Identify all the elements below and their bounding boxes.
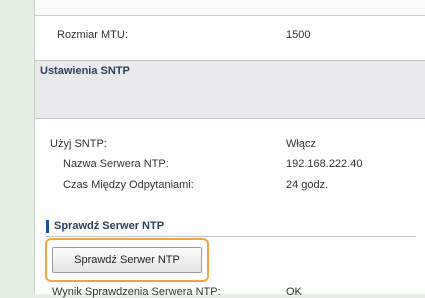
check-section-divider [46,236,416,237]
mtu-value: 1500 [286,29,311,41]
check-result-label: Wynik Sprawdzenia Serwera NTP: [52,286,221,298]
poll-interval-value: 24 godz. [286,179,329,191]
sntp-section-title: Ustawienia SNTP [40,65,130,77]
check-ntp-server-button[interactable]: Sprawdź Serwer NTP [52,247,202,273]
check-result-value: OK [286,286,302,298]
mtu-label: Rozmiar MTU: [57,29,128,41]
panel-top-border [35,0,425,16]
sntp-section-body [35,83,425,119]
use-sntp-label: Użyj SNTP: [50,138,107,150]
use-sntp-value: Włącz [286,138,316,150]
sntp-section-header: Ustawienia SNTP [35,60,425,84]
poll-interval-label: Czas Między Odpytaniami: [63,179,194,191]
settings-panel: Rozmiar MTU: 1500 Ustawienia SNTP Użyj S… [34,0,425,298]
check-ntp-section-title: Sprawdź Serwer NTP [46,220,164,233]
ntp-server-value: 192.168.222.40 [286,158,363,170]
ntp-server-label: Nazwa Serwera NTP: [63,158,169,170]
